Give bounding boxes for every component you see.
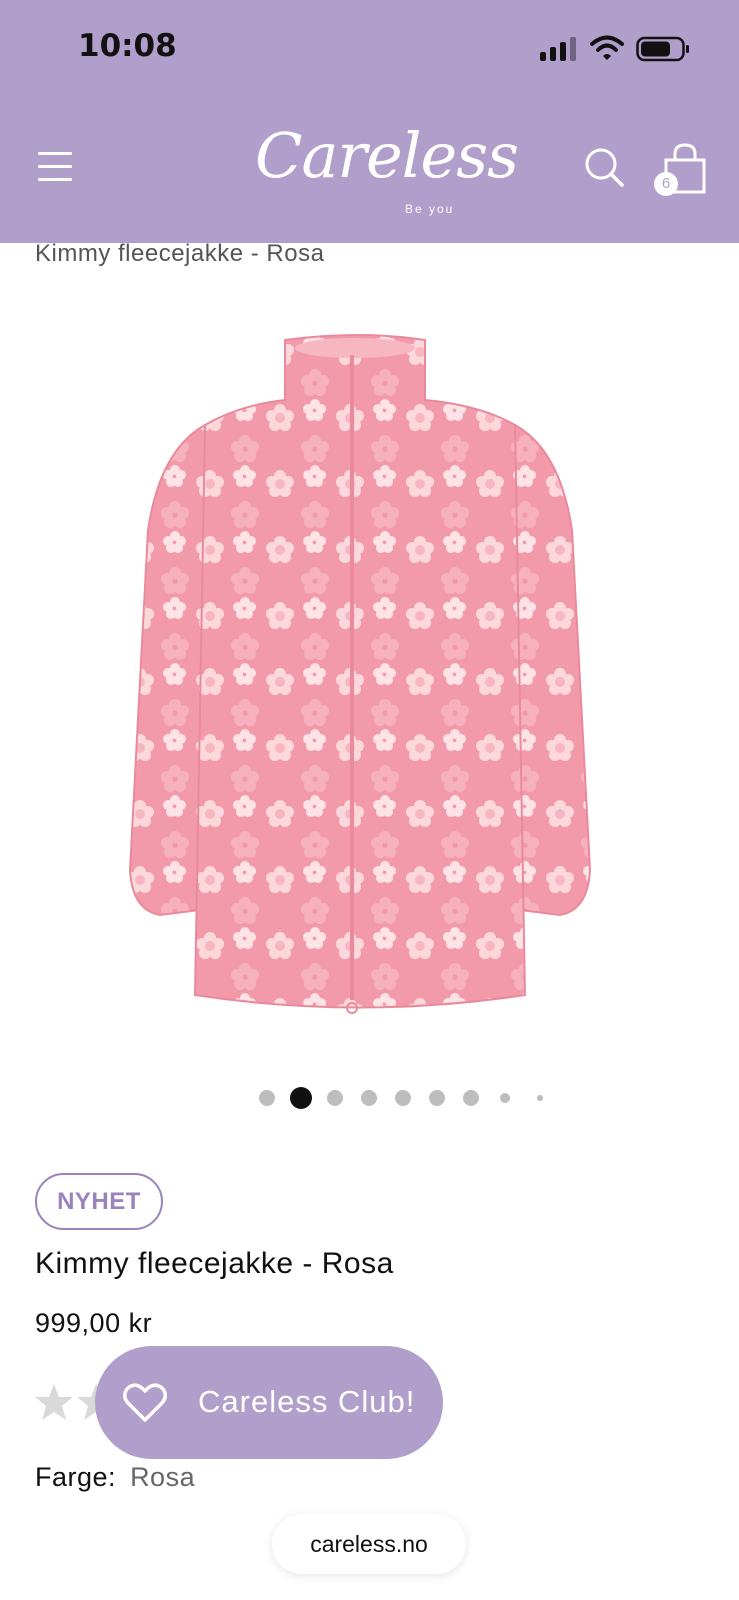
signal-icon <box>540 37 576 61</box>
battery-icon <box>636 36 689 62</box>
heart-icon <box>123 1383 167 1422</box>
club-button-label: Careless Club! <box>198 1384 416 1419</box>
search-icon <box>585 148 624 187</box>
color-label: Farge: <box>35 1462 117 1492</box>
gallery-pagination <box>0 1085 739 1109</box>
gallery-dot[interactable] <box>259 1090 275 1106</box>
gallery-dot[interactable] <box>463 1090 479 1106</box>
cart-button[interactable]: 6 <box>652 142 712 198</box>
gallery-dot[interactable] <box>395 1090 411 1106</box>
new-badge: NYHET <box>35 1173 163 1230</box>
browser-url-bar[interactable]: careless.no <box>272 1514 466 1574</box>
gallery-dot[interactable] <box>429 1090 445 1106</box>
site-header: 10:08 Careless Be you 6 <box>0 0 739 243</box>
site-logo[interactable]: Careless Be you <box>255 108 519 224</box>
status-time: 10:08 <box>78 28 177 64</box>
careless-club-button[interactable]: Careless Club! <box>95 1346 443 1459</box>
product-title: Kimmy fleecejakke - Rosa <box>35 1247 394 1280</box>
gallery-dot[interactable] <box>327 1090 343 1106</box>
color-value: Rosa <box>130 1462 196 1492</box>
breadcrumb-title: Kimmy fleecejakke - Rosa <box>35 240 325 267</box>
logo-tagline: Be you <box>405 202 455 216</box>
cart-count-badge: 6 <box>654 172 678 196</box>
wifi-icon <box>590 35 624 60</box>
logo-wordmark: Careless <box>255 119 519 192</box>
menu-button[interactable] <box>34 146 76 186</box>
menu-icon <box>38 152 72 155</box>
product-image[interactable] <box>120 330 600 1050</box>
gallery-dot[interactable] <box>361 1090 377 1106</box>
gallery-dot[interactable] <box>500 1093 510 1103</box>
star-icon <box>35 1384 73 1420</box>
search-button[interactable] <box>583 146 627 190</box>
color-selector: Farge: Rosa <box>35 1462 195 1493</box>
gallery-dot-active[interactable] <box>290 1087 312 1109</box>
product-price: 999,00 kr <box>35 1308 153 1338</box>
gallery-dot[interactable] <box>537 1095 543 1101</box>
